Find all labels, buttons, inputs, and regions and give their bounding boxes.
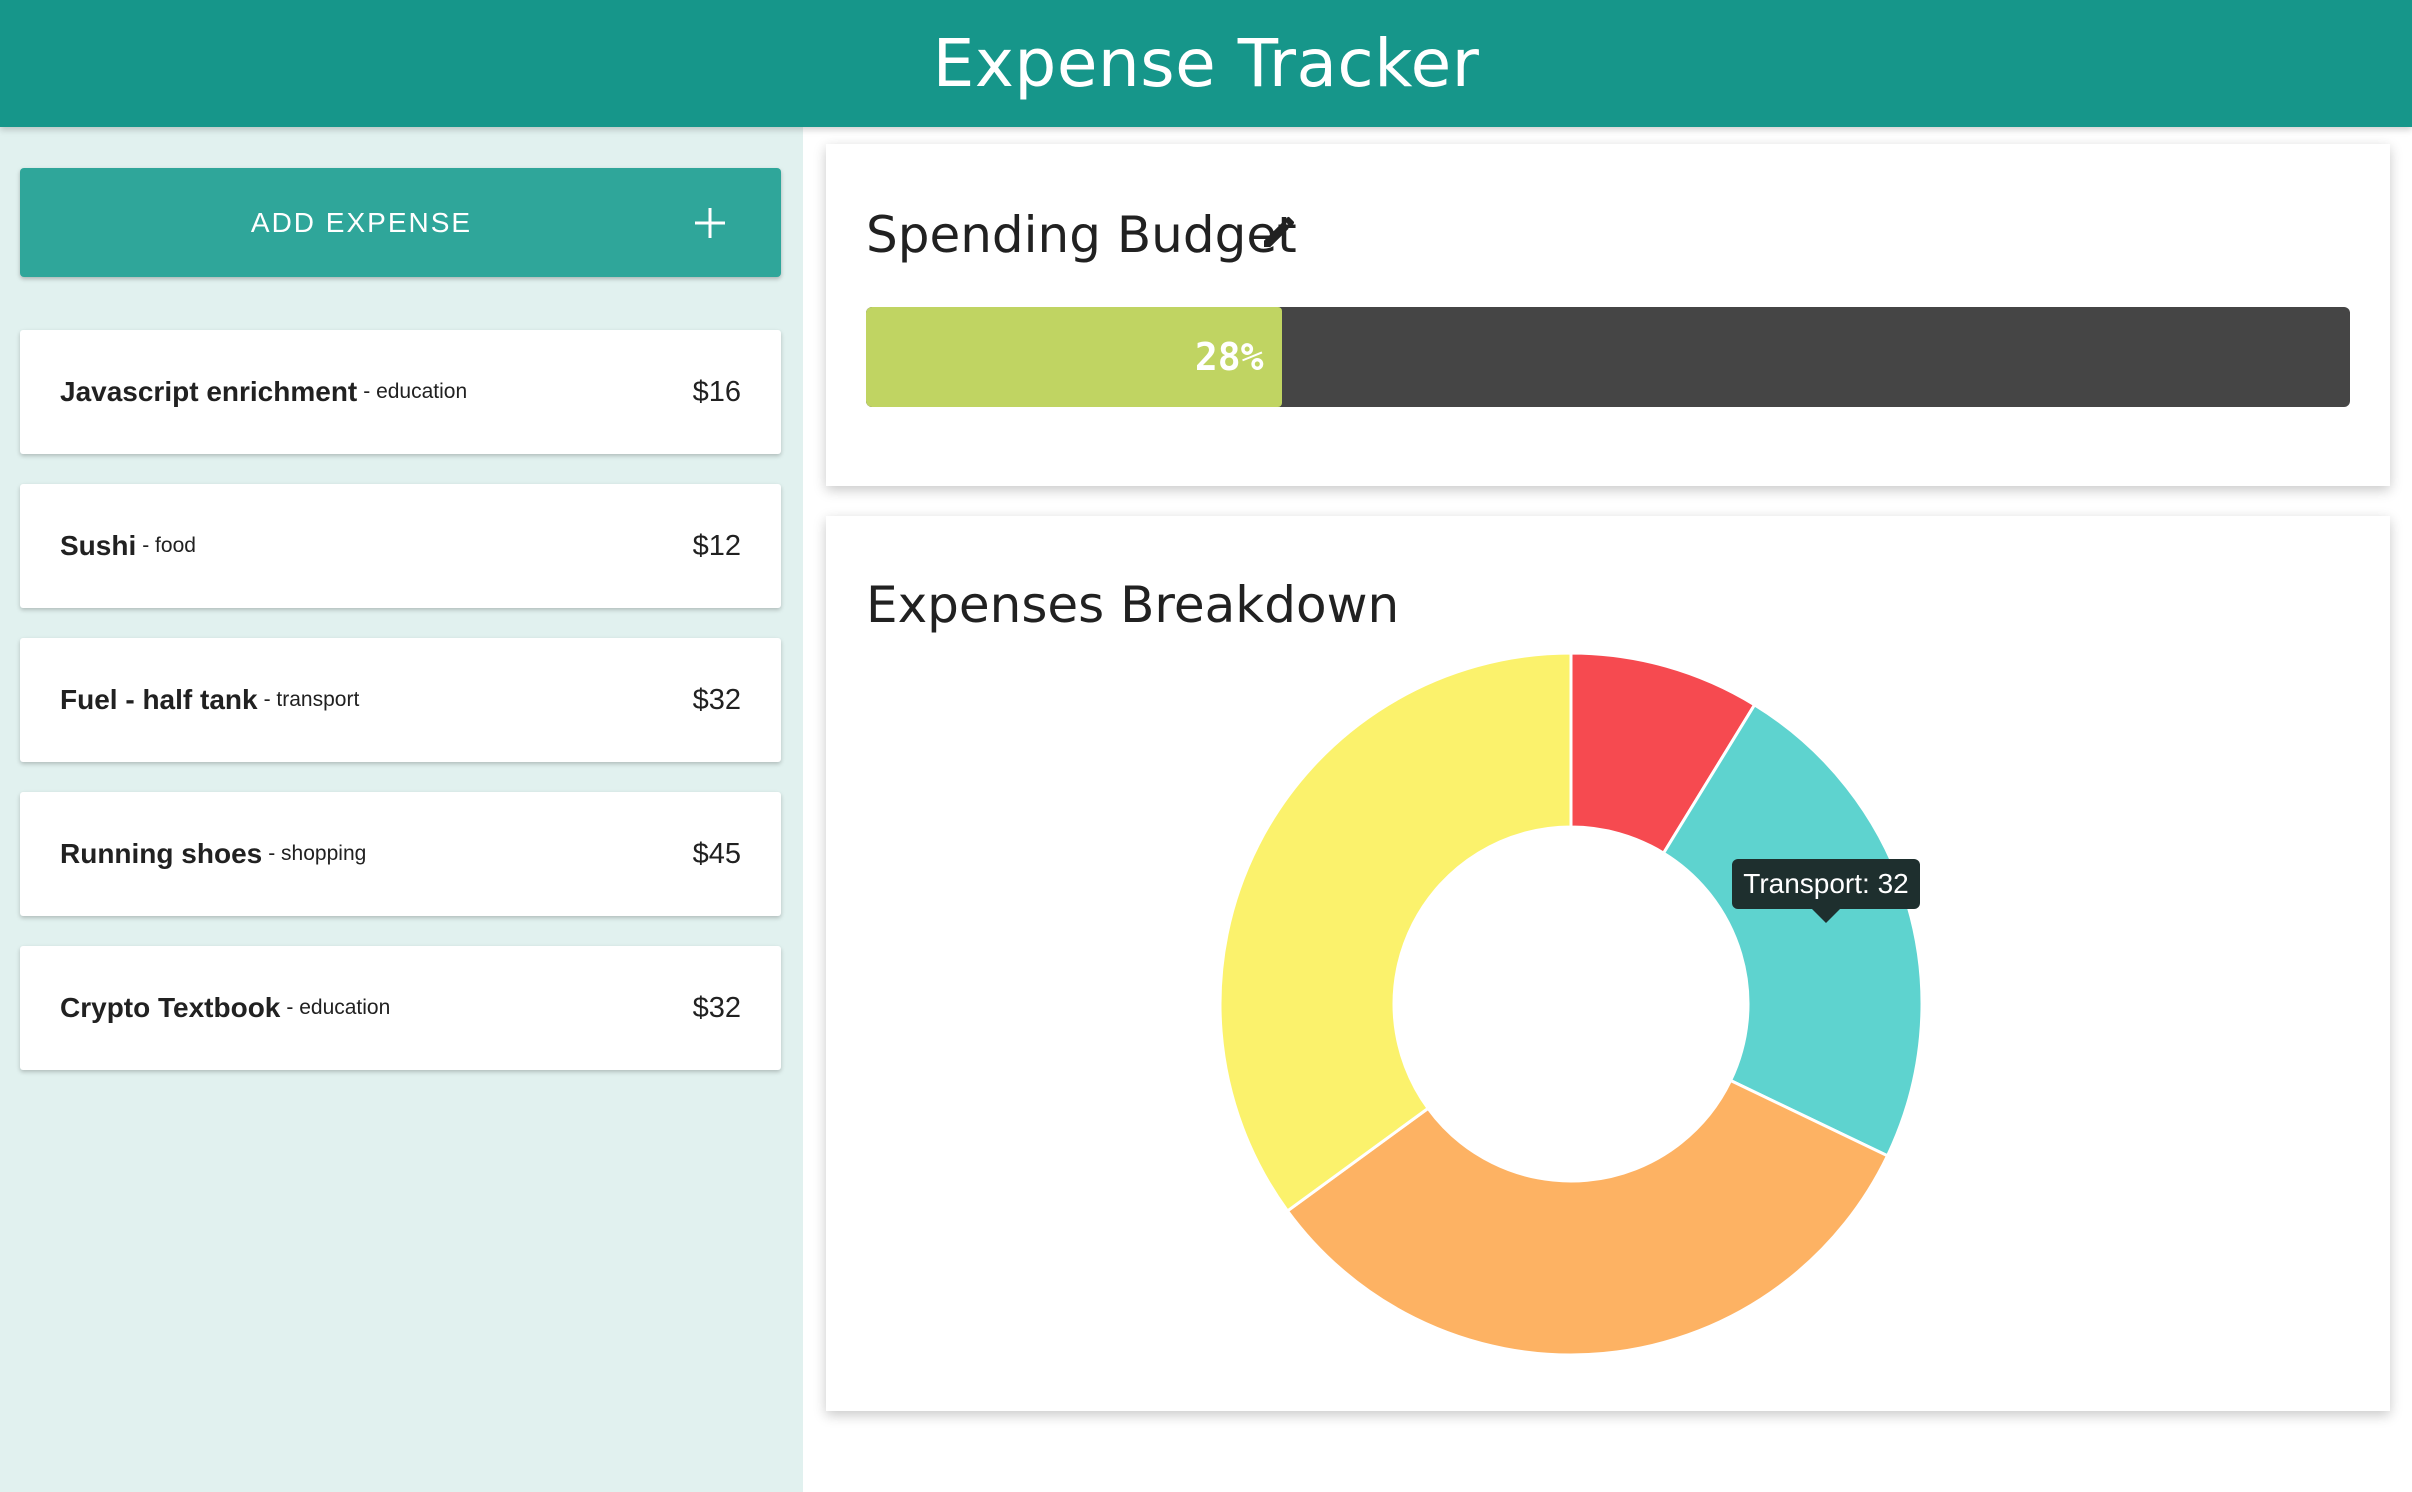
app-header: Expense Tracker bbox=[0, 0, 2412, 127]
app-title: Expense Tracker bbox=[932, 25, 1480, 102]
chart-tooltip-arrow bbox=[1812, 909, 1840, 923]
donut-slice-education[interactable] bbox=[1218, 651, 1573, 1214]
expenses-donut-chart bbox=[1218, 651, 1924, 1357]
chart-tooltip: Transport: 32 bbox=[1732, 859, 1920, 909]
